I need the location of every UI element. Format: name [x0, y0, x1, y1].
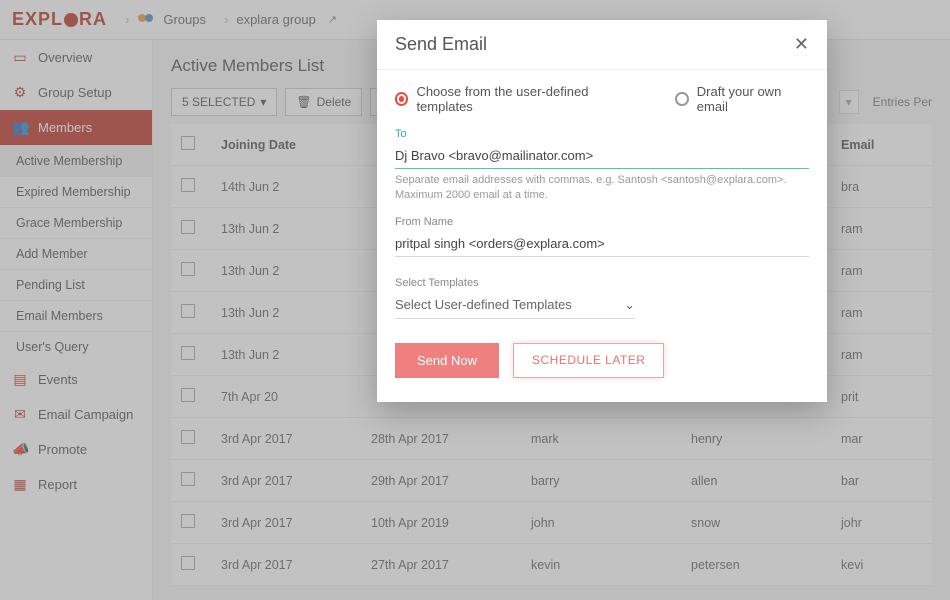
- send-email-modal: Send Email ✕ Choose from the user-define…: [377, 20, 827, 402]
- from-label: From Name: [395, 216, 809, 228]
- radio-dot-icon: [675, 92, 688, 106]
- to-field[interactable]: [395, 143, 809, 169]
- schedule-later-button[interactable]: SCHEDULE LATER: [513, 343, 664, 378]
- select-template-label: Select Templates: [395, 277, 809, 289]
- radio-dot-icon: [395, 92, 408, 106]
- from-name-field[interactable]: [395, 231, 809, 257]
- close-icon[interactable]: ✕: [794, 34, 809, 55]
- modal-title: Send Email: [395, 34, 487, 55]
- send-now-button[interactable]: Send Now: [395, 343, 499, 378]
- chevron-down-icon: ⌄: [624, 297, 635, 313]
- to-hint: Separate email addresses with commas. e.…: [395, 173, 809, 204]
- radio-draft-own[interactable]: Draft your own email: [675, 84, 809, 114]
- radio-use-template[interactable]: Choose from the user-defined templates: [395, 84, 635, 114]
- template-select[interactable]: Select User-defined Templates⌄: [395, 292, 635, 319]
- to-label: To: [395, 128, 809, 140]
